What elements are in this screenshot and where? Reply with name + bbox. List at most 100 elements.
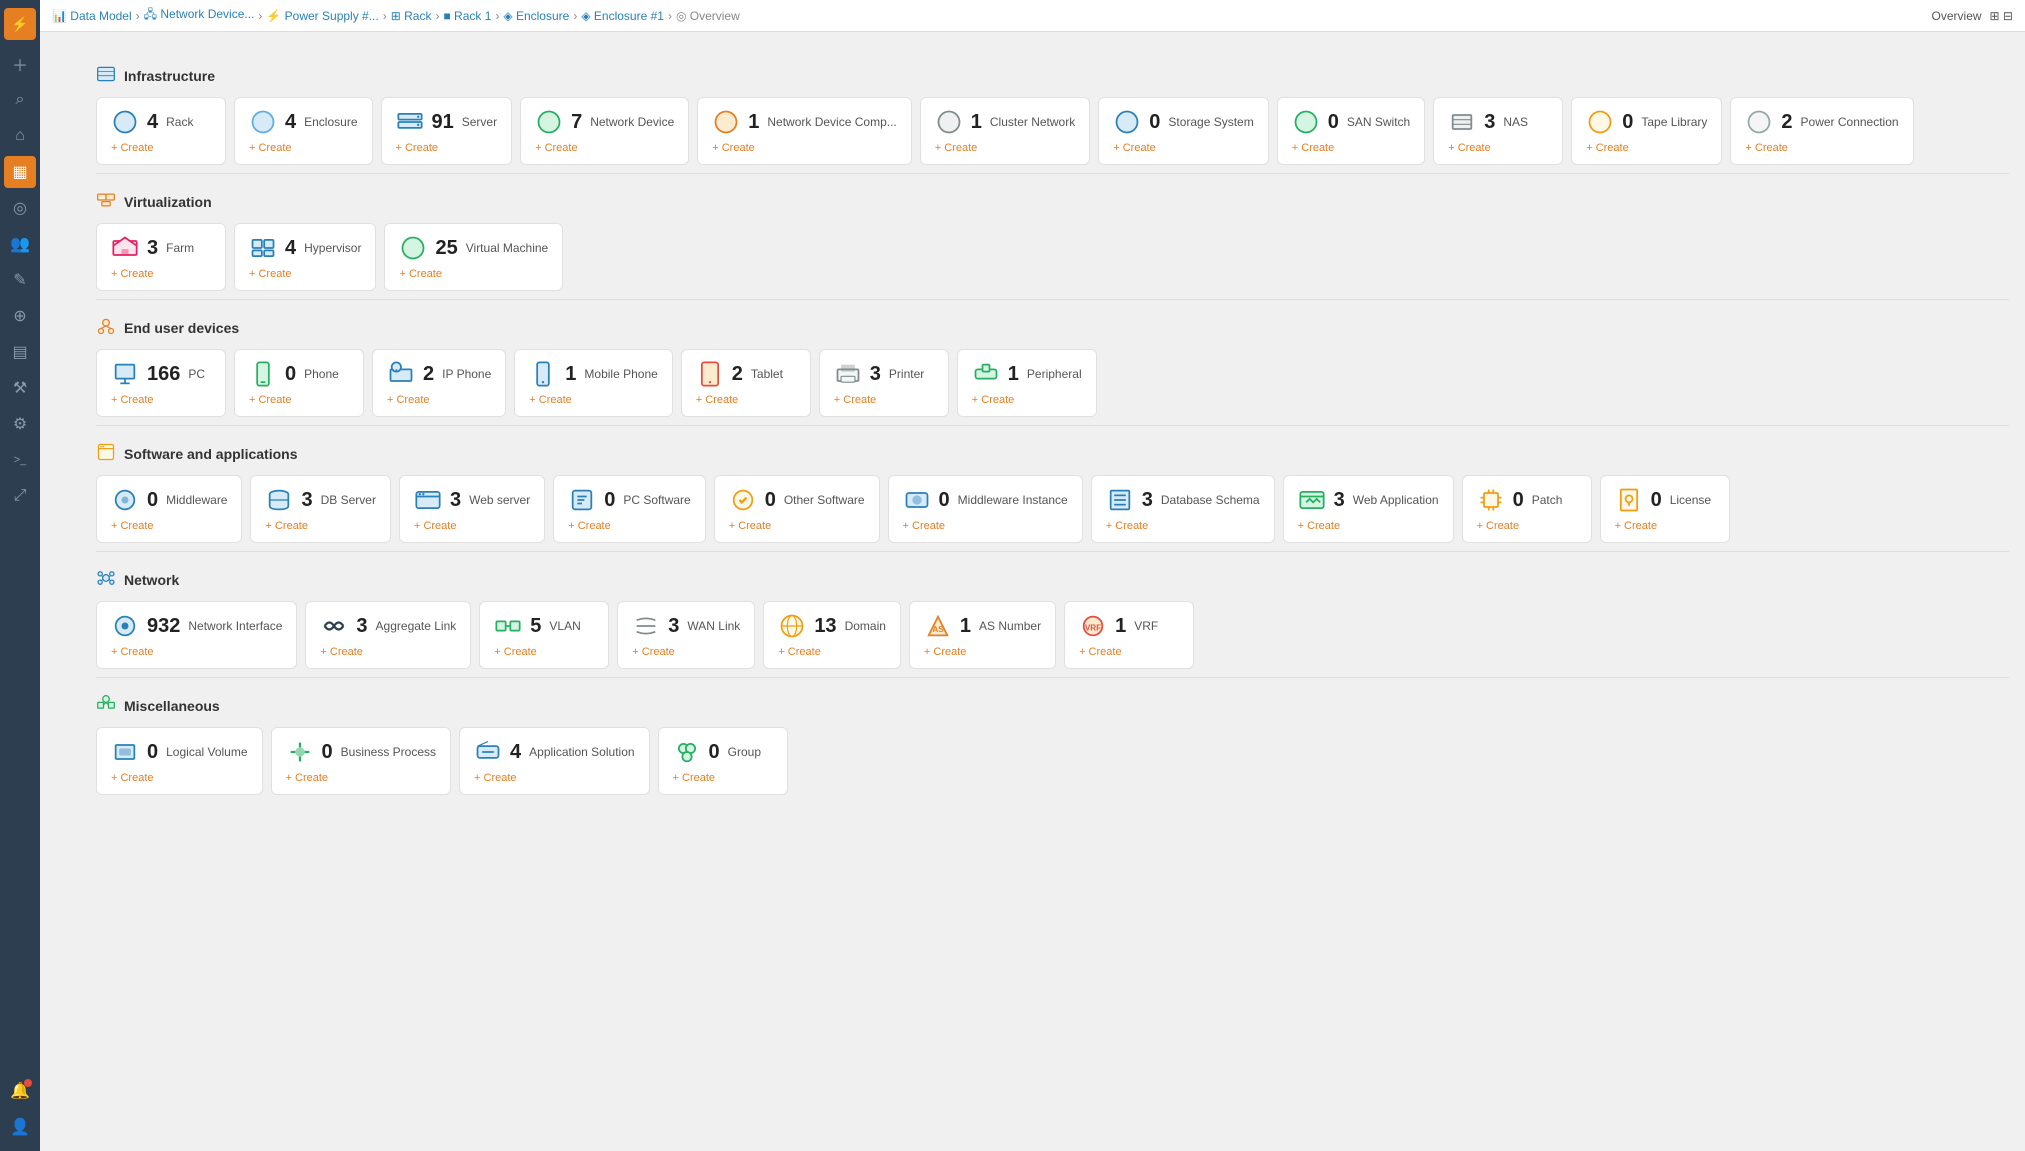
card-create-db-server[interactable]: + Create <box>265 520 375 532</box>
card-create-business-process[interactable]: + Create <box>286 772 437 784</box>
card-create-group[interactable]: + Create <box>673 772 773 784</box>
tag-icon[interactable]: ⊕ <box>4 300 36 332</box>
card-create-vrf[interactable]: + Create <box>1079 646 1179 658</box>
card-mobile-phone[interactable]: 1Mobile Phone+ Create <box>514 349 673 417</box>
card-wan-link[interactable]: 3WAN Link+ Create <box>617 601 755 669</box>
card-san-switch[interactable]: 0SAN Switch+ Create <box>1277 97 1425 165</box>
breadcrumb-rack1[interactable]: ■ Rack 1 <box>443 9 491 23</box>
card-create-as-number[interactable]: + Create <box>924 646 1041 658</box>
card-virtual-machine[interactable]: 25Virtual Machine+ Create <box>384 223 563 291</box>
card-create-vlan[interactable]: + Create <box>494 646 594 658</box>
home-icon[interactable]: ⌂ <box>4 120 36 152</box>
card-create-storage-system[interactable]: + Create <box>1113 142 1254 154</box>
card-create-server[interactable]: + Create <box>396 142 498 154</box>
card-pc-software[interactable]: 0PC Software+ Create <box>553 475 705 543</box>
card-create-printer[interactable]: + Create <box>834 394 934 406</box>
notifications-icon[interactable]: 🔔 <box>4 1075 36 1107</box>
breadcrumb-data-model[interactable]: 📊 Data Model <box>52 9 132 23</box>
folder-icon[interactable]: ▤ <box>4 336 36 368</box>
card-create-wan-link[interactable]: + Create <box>632 646 740 658</box>
card-network-device-comp[interactable]: 1Network Device Comp...+ Create <box>697 97 912 165</box>
card-web-application[interactable]: 3Web Application+ Create <box>1283 475 1454 543</box>
card-printer[interactable]: 3Printer+ Create <box>819 349 949 417</box>
card-storage-system[interactable]: 0Storage System+ Create <box>1098 97 1269 165</box>
card-create-hypervisor[interactable]: + Create <box>249 268 361 280</box>
tools-icon[interactable]: ⚒ <box>4 372 36 404</box>
card-create-tablet[interactable]: + Create <box>696 394 796 406</box>
terminal-icon[interactable]: >_ <box>4 444 36 476</box>
card-create-power-connection[interactable]: + Create <box>1745 142 1898 154</box>
card-other-software[interactable]: 0Other Software+ Create <box>714 475 880 543</box>
breadcrumb-enclosure1[interactable]: ◈ Enclosure #1 <box>581 9 664 23</box>
card-group[interactable]: 0Group+ Create <box>658 727 788 795</box>
globe-icon[interactable]: ◎ <box>4 192 36 224</box>
card-create-network-interface[interactable]: + Create <box>111 646 282 658</box>
card-domain[interactable]: 13Domain+ Create <box>763 601 901 669</box>
card-phone[interactable]: 0Phone+ Create <box>234 349 364 417</box>
card-create-application-solution[interactable]: + Create <box>474 772 635 784</box>
card-create-virtual-machine[interactable]: + Create <box>399 268 548 280</box>
card-create-network-device[interactable]: + Create <box>535 142 674 154</box>
card-peripheral[interactable]: 1Peripheral+ Create <box>957 349 1097 417</box>
card-create-pc-software[interactable]: + Create <box>568 520 690 532</box>
search-icon[interactable]: ⌕ <box>4 84 36 116</box>
card-database-schema[interactable]: 3Database Schema+ Create <box>1091 475 1275 543</box>
card-create-other-software[interactable]: + Create <box>729 520 865 532</box>
card-create-middleware[interactable]: + Create <box>111 520 227 532</box>
monitor-icon[interactable]: ▦ <box>4 156 36 188</box>
user-icon[interactable]: 👤 <box>4 1111 36 1143</box>
card-create-rack[interactable]: + Create <box>111 142 211 154</box>
card-middleware-instance[interactable]: 0Middleware Instance+ Create <box>888 475 1083 543</box>
card-web-server[interactable]: 3Web server+ Create <box>399 475 545 543</box>
card-create-tape-library[interactable]: + Create <box>1586 142 1707 154</box>
card-create-patch[interactable]: + Create <box>1477 520 1577 532</box>
card-pc[interactable]: 166PC+ Create <box>96 349 226 417</box>
card-application-solution[interactable]: 4Application Solution+ Create <box>459 727 650 795</box>
card-create-middleware-instance[interactable]: + Create <box>903 520 1068 532</box>
card-create-logical-volume[interactable]: + Create <box>111 772 248 784</box>
users-icon[interactable]: 👥 <box>4 228 36 260</box>
card-nas[interactable]: 3NAS+ Create <box>1433 97 1563 165</box>
settings-icon[interactable]: ⚙ <box>4 408 36 440</box>
pen-icon[interactable]: ✎ <box>4 264 36 296</box>
breadcrumb-rack[interactable]: ⊞ Rack <box>391 9 432 23</box>
card-vrf[interactable]: VRF1VRF+ Create <box>1064 601 1194 669</box>
card-create-mobile-phone[interactable]: + Create <box>529 394 658 406</box>
card-as-number[interactable]: AS1AS Number+ Create <box>909 601 1056 669</box>
card-patch[interactable]: 0Patch+ Create <box>1462 475 1592 543</box>
card-vlan[interactable]: 5VLAN+ Create <box>479 601 609 669</box>
card-logical-volume[interactable]: 0Logical Volume+ Create <box>96 727 263 795</box>
card-farm[interactable]: 3Farm+ Create <box>96 223 226 291</box>
card-power-connection[interactable]: 2Power Connection+ Create <box>1730 97 1913 165</box>
topbar-controls[interactable]: ⊞ ⊟ <box>1990 9 2013 23</box>
card-network-interface[interactable]: 932Network Interface+ Create <box>96 601 297 669</box>
card-create-cluster-network[interactable]: + Create <box>935 142 1075 154</box>
card-enclosure[interactable]: 4Enclosure+ Create <box>234 97 373 165</box>
share-icon[interactable]: ⤢ <box>4 480 36 512</box>
card-create-enclosure[interactable]: + Create <box>249 142 358 154</box>
breadcrumb-enclosure[interactable]: ◈ Enclosure <box>503 9 569 23</box>
plus-icon[interactable]: ＋ <box>4 48 36 80</box>
card-cluster-network[interactable]: 1Cluster Network+ Create <box>920 97 1090 165</box>
card-create-ip-phone[interactable]: + Create <box>387 394 491 406</box>
card-create-phone[interactable]: + Create <box>249 394 349 406</box>
card-create-pc[interactable]: + Create <box>111 394 211 406</box>
card-create-aggregate-link[interactable]: + Create <box>320 646 456 658</box>
card-server[interactable]: 91Server+ Create <box>381 97 513 165</box>
card-create-web-application[interactable]: + Create <box>1298 520 1439 532</box>
card-rack[interactable]: 4Rack+ Create <box>96 97 226 165</box>
breadcrumb-power-supply[interactable]: ⚡ Power Supply #... <box>266 9 378 23</box>
card-create-san-switch[interactable]: + Create <box>1292 142 1410 154</box>
card-hypervisor[interactable]: 4Hypervisor+ Create <box>234 223 376 291</box>
card-db-server[interactable]: 3DB Server+ Create <box>250 475 390 543</box>
card-create-domain[interactable]: + Create <box>778 646 886 658</box>
card-ip-phone[interactable]: 2IP Phone+ Create <box>372 349 506 417</box>
card-create-network-device-comp[interactable]: + Create <box>712 142 897 154</box>
card-create-peripheral[interactable]: + Create <box>972 394 1082 406</box>
card-middleware[interactable]: 0Middleware+ Create <box>96 475 242 543</box>
card-tablet[interactable]: 2Tablet+ Create <box>681 349 811 417</box>
breadcrumb-network-device[interactable]: 🖧 Network Device... <box>144 5 255 26</box>
card-business-process[interactable]: 0Business Process+ Create <box>271 727 452 795</box>
card-create-web-server[interactable]: + Create <box>414 520 530 532</box>
card-create-license[interactable]: + Create <box>1615 520 1715 532</box>
